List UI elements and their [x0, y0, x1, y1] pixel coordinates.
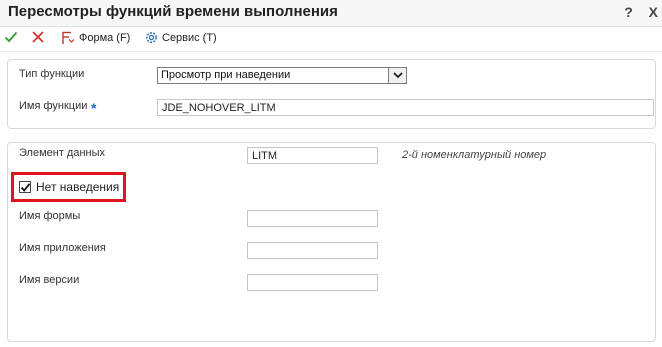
title-icons: ? X [612, 4, 658, 20]
function-name-field[interactable]: JDE_NOHOVER_LITM [157, 99, 654, 116]
version-name-label: Имя версии [19, 274, 80, 286]
function-type-label: Тип функции [19, 68, 85, 80]
version-name-field[interactable] [247, 274, 378, 291]
service-menu-shortcut: (T) [202, 31, 217, 44]
data-item-field[interactable]: LITM [247, 147, 378, 164]
service-menu-button[interactable]: Сервис (T) [144, 30, 217, 45]
function-type-value: Просмотр при наведении [161, 69, 291, 81]
function-panel: Тип функции Просмотр при наведении Имя ф… [7, 59, 656, 129]
form-name-field[interactable] [247, 210, 378, 227]
function-type-select[interactable]: Просмотр при наведении [157, 67, 407, 84]
app-name-label: Имя приложения [19, 242, 106, 254]
app-name-field[interactable] [247, 242, 378, 259]
window-title: Пересмотры функций времени выполнения [8, 3, 338, 20]
form-menu-shortcut: (F) [116, 32, 131, 44]
toolbar: Форма (F) Сервис (T) [0, 27, 662, 52]
dropdown-button[interactable] [388, 68, 406, 83]
form-menu-label: Форма [79, 32, 114, 44]
no-hover-label: Нет наведения [36, 180, 120, 194]
data-item-label: Элемент данных [19, 147, 106, 159]
data-item-description: 2-й номенклатурный номер [402, 149, 547, 161]
no-hover-highlight: Нет наведения [11, 172, 126, 202]
gear-icon [146, 32, 157, 43]
close-icon[interactable]: X [649, 4, 658, 20]
required-indicator: * [91, 100, 97, 116]
cancel-button[interactable] [31, 30, 45, 44]
service-menu-label: Сервис [162, 31, 200, 44]
form-name-label: Имя формы [19, 210, 81, 222]
checkmark-icon [4, 31, 18, 43]
cancel-x-icon [32, 31, 44, 43]
title-bar: Пересмотры функций времени выполнения ? … [0, 0, 662, 27]
help-icon[interactable]: ? [624, 4, 633, 20]
ok-button[interactable] [4, 30, 18, 44]
chevron-down-icon [392, 72, 403, 79]
form-menu-button[interactable]: Форма (F) [60, 30, 130, 46]
checkmark-icon [20, 183, 31, 192]
no-hover-checkbox[interactable] [19, 181, 31, 193]
function-name-label: Имя функции [19, 100, 88, 112]
form-icon [62, 31, 75, 44]
